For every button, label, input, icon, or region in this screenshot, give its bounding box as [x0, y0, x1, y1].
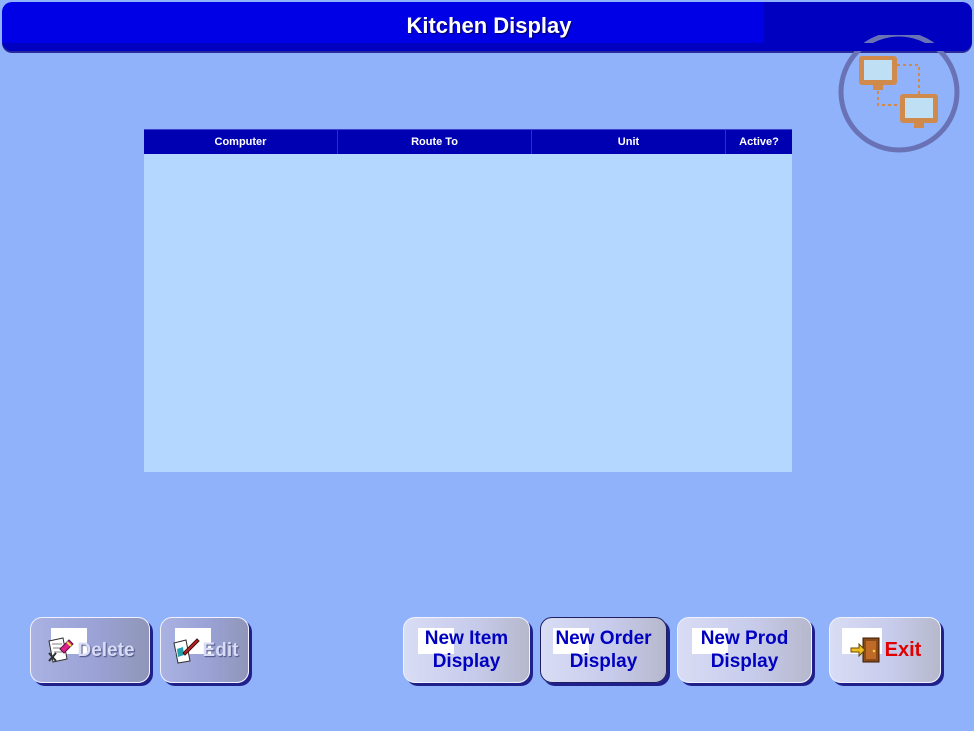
delete-document-icon	[48, 637, 75, 663]
network-computers-icon	[838, 35, 960, 153]
kitchen-display-grid[interactable]: Computer Route To Unit Active?	[144, 129, 792, 472]
delete-button-label: Delete	[77, 639, 135, 661]
new-order-display-label: New Order Display	[555, 627, 651, 673]
grid-header: Computer Route To Unit Active?	[144, 129, 792, 154]
column-header-computer[interactable]: Computer	[144, 130, 338, 154]
column-header-active[interactable]: Active?	[726, 130, 792, 154]
edit-button-label: Edit	[202, 639, 239, 661]
new-prod-display-button[interactable]: New Prod Display	[677, 617, 812, 683]
new-item-display-label-line1: New Item	[424, 628, 509, 649]
page-title: Kitchen Display	[406, 13, 572, 38]
new-prod-display-label: New Prod Display	[701, 627, 789, 673]
new-item-display-button[interactable]: New Item Display	[403, 617, 530, 683]
new-prod-display-label-line1: New Prod	[700, 628, 789, 649]
new-item-display-label: New Item Display	[425, 627, 508, 673]
edit-document-icon	[172, 638, 200, 664]
new-item-display-label-line2: Display	[432, 651, 501, 672]
new-order-display-label-line2: Display	[569, 651, 638, 672]
exit-button-label: Exit	[884, 638, 922, 661]
grid-body[interactable]	[144, 154, 792, 472]
title-bar: Kitchen Display	[2, 2, 972, 51]
column-header-unit[interactable]: Unit	[532, 130, 726, 154]
new-prod-display-label-line2: Display	[710, 651, 779, 672]
delete-button[interactable]: Delete	[30, 617, 150, 683]
new-order-display-label-line1: New Order	[555, 628, 652, 649]
exit-button[interactable]: Exit	[829, 617, 941, 683]
new-order-display-button[interactable]: New Order Display	[540, 617, 667, 683]
exit-door-icon	[850, 637, 880, 663]
edit-button[interactable]: Edit	[160, 617, 249, 683]
column-header-route-to[interactable]: Route To	[338, 130, 532, 154]
